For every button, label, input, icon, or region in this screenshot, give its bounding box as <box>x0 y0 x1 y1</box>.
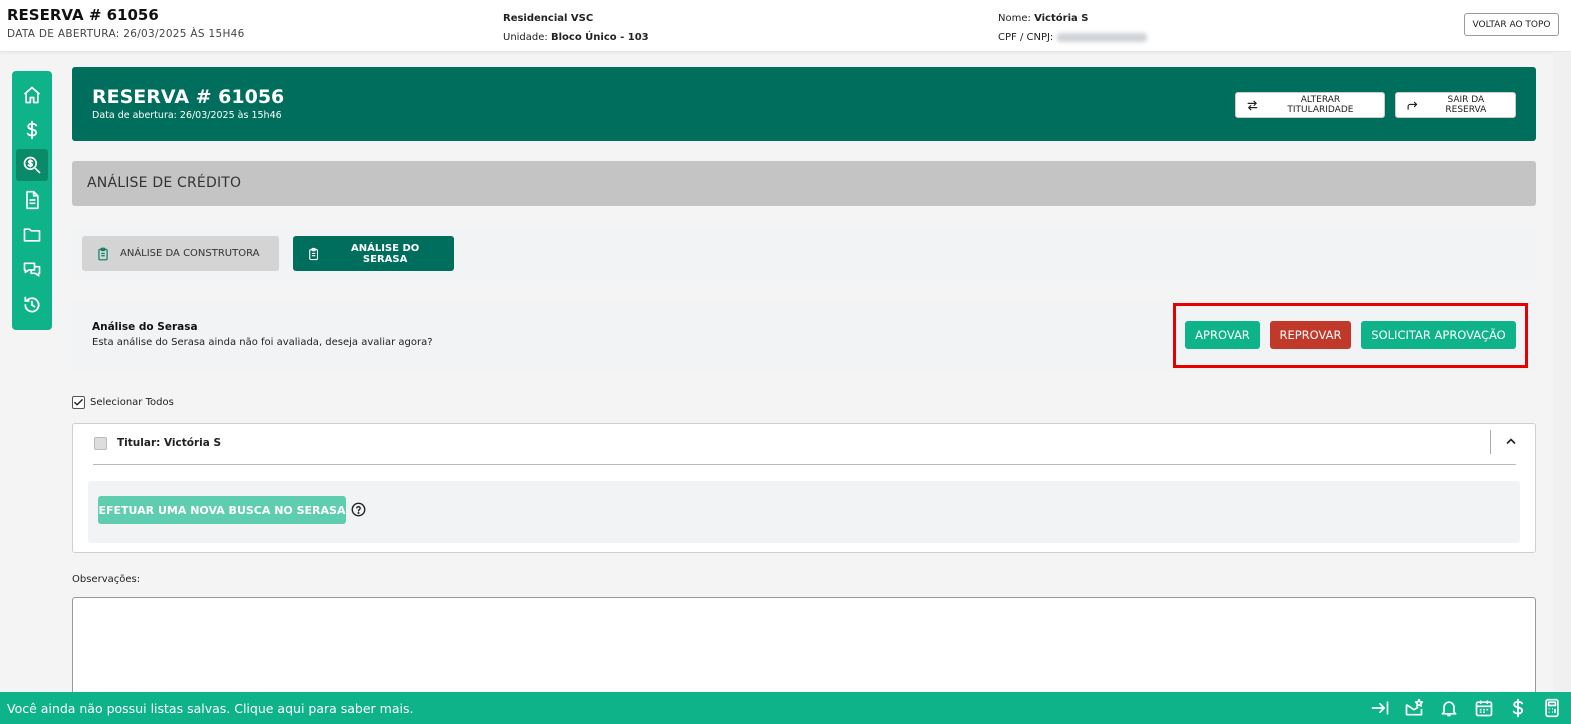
nav-files[interactable] <box>16 219 48 251</box>
holder-actions-panel: EFETUAR UMA NOVA BUSCA NO SERASA <box>88 481 1520 543</box>
bottom-bar: Você ainda não possui listas salvas. Cli… <box>0 692 1571 724</box>
doc-row: CPF / CNPJ: <box>998 28 1148 47</box>
nav-messages[interactable] <box>16 254 48 286</box>
reject-button[interactable]: REPROVAR <box>1270 321 1351 349</box>
name-row: Nome: Victória S <box>998 9 1147 28</box>
nav-financial[interactable] <box>16 114 48 146</box>
approve-button[interactable]: APROVAR <box>1185 321 1260 349</box>
scrollbar-track[interactable] <box>1553 52 1571 692</box>
clipboard-icon <box>309 247 319 260</box>
holder-card: Titular: Victória S EFETUAR UMA NOVA BUS… <box>72 423 1536 553</box>
analysis-message: Esta análise do Serasa ainda não foi ava… <box>92 337 433 348</box>
mail-star-icon <box>1405 698 1424 716</box>
exit-arrow-icon <box>1407 101 1418 110</box>
checkmark-icon <box>74 399 83 406</box>
unit-label: Unidade: <box>503 32 548 43</box>
calendar-icon <box>1475 700 1493 717</box>
analysis-title: Análise do Serasa <box>92 321 198 333</box>
top-header: RESERVA # 61056 DATA DE ABERTURA: 26/03/… <box>0 0 1571 52</box>
doc-value-blurred <box>1057 32 1148 42</box>
collapse-panel-button[interactable] <box>1370 698 1390 718</box>
exit-reservation-label: SAIR DA RESERVA <box>1445 95 1487 115</box>
folder-icon <box>23 228 41 242</box>
credit-analysis-icon <box>23 156 41 174</box>
swap-arrows-icon <box>1247 100 1258 110</box>
saved-lists-button[interactable] <box>1404 698 1424 718</box>
saved-lists-message[interactable]: Você ainda não possui listas salvas. Cli… <box>7 701 413 716</box>
request-approval-button[interactable]: SOLICITAR APROVAÇÃO <box>1361 321 1516 349</box>
financial-button[interactable] <box>1508 698 1528 718</box>
side-navigation <box>12 71 52 330</box>
hero-title: RESERVA # 61056 <box>92 86 285 108</box>
history-icon <box>24 296 40 313</box>
arrow-right-bar-icon <box>1371 701 1389 715</box>
section-title: ANÁLISE DE CRÉDITO <box>87 175 242 191</box>
bell-icon <box>1441 701 1457 717</box>
hero-subtitle: Data de abertura: 26/03/2025 às 15h46 <box>92 110 282 121</box>
calendar-button[interactable] <box>1474 698 1494 718</box>
calculator-icon <box>1545 698 1559 718</box>
observations-label: Observações: <box>72 574 141 585</box>
project-name: Residencial VSC <box>503 13 594 24</box>
document-icon <box>26 190 39 210</box>
client-info: Nome: Victória S CPF / CNPJ: <box>998 9 1148 47</box>
select-all-row[interactable]: Selecionar Todos <box>72 396 174 409</box>
select-all-checkbox[interactable] <box>72 396 85 409</box>
calculator-button[interactable] <box>1542 698 1562 718</box>
unit-row: Unidade: Bloco Único - 103 <box>503 28 649 47</box>
tab-constructor-label: ANÁLISE DA CONSTRUTORA <box>120 248 260 259</box>
tab-constructor-analysis[interactable]: ANÁLISE DA CONSTRUTORA <box>82 236 279 271</box>
property-info: Residencial VSC Unidade: Bloco Único - 1… <box>503 9 649 47</box>
notifications-button[interactable] <box>1439 698 1459 718</box>
reservation-title: RESERVA # 61056 <box>7 6 159 24</box>
change-ownership-label: ALTERAR TITULARIDADE <box>1287 95 1354 115</box>
clipboard-icon <box>98 247 108 260</box>
name-label: Nome: <box>998 13 1031 24</box>
doc-label: CPF / CNPJ: <box>998 32 1054 43</box>
holder-checkbox[interactable] <box>94 437 107 450</box>
home-icon <box>23 86 41 104</box>
collapse-toggle[interactable] <box>1503 433 1519 449</box>
nav-documents[interactable] <box>16 184 48 216</box>
dollar-icon <box>26 120 38 140</box>
nav-credit-analysis[interactable] <box>16 149 48 181</box>
header-divider <box>1490 430 1491 454</box>
help-icon[interactable] <box>351 502 366 517</box>
new-serasa-search-button[interactable]: EFETUAR UMA NOVA BUSCA NO SERASA <box>98 496 346 524</box>
chevron-up-icon <box>1506 438 1516 444</box>
opening-date: DATA DE ABERTURA: 26/03/2025 ÀS 15H46 <box>7 28 245 40</box>
credit-analysis-section-header: ANÁLISE DE CRÉDITO <box>72 161 1536 206</box>
unit-value: Bloco Único - 103 <box>550 32 649 43</box>
card-divider-line <box>93 464 1516 465</box>
chat-icon <box>23 262 41 277</box>
back-to-top-button[interactable]: VOLTAR AO TOPO <box>1464 13 1559 36</box>
observations-textarea[interactable] <box>72 597 1536 697</box>
reservation-header-card: RESERVA # 61056 Data de abertura: 26/03/… <box>72 67 1536 141</box>
change-ownership-button[interactable]: ALTERAR TITULARIDADE <box>1235 92 1385 118</box>
dollar-icon <box>1512 698 1524 718</box>
select-all-label: Selecionar Todos <box>90 397 174 408</box>
analysis-tabs: ANÁLISE DA CONSTRUTORA ANÁLISE DO SERASA <box>72 226 1536 280</box>
tab-serasa-label: ANÁLISE DO SERASA <box>350 242 420 265</box>
exit-reservation-button[interactable]: SAIR DA RESERVA <box>1395 92 1516 118</box>
name-value: Victória S <box>1034 13 1089 24</box>
nav-history[interactable] <box>16 289 48 321</box>
tab-serasa-analysis[interactable]: ANÁLISE DO SERASA <box>293 236 454 271</box>
holder-title: Titular: Victória S <box>117 437 222 449</box>
nav-home[interactable] <box>16 79 48 111</box>
